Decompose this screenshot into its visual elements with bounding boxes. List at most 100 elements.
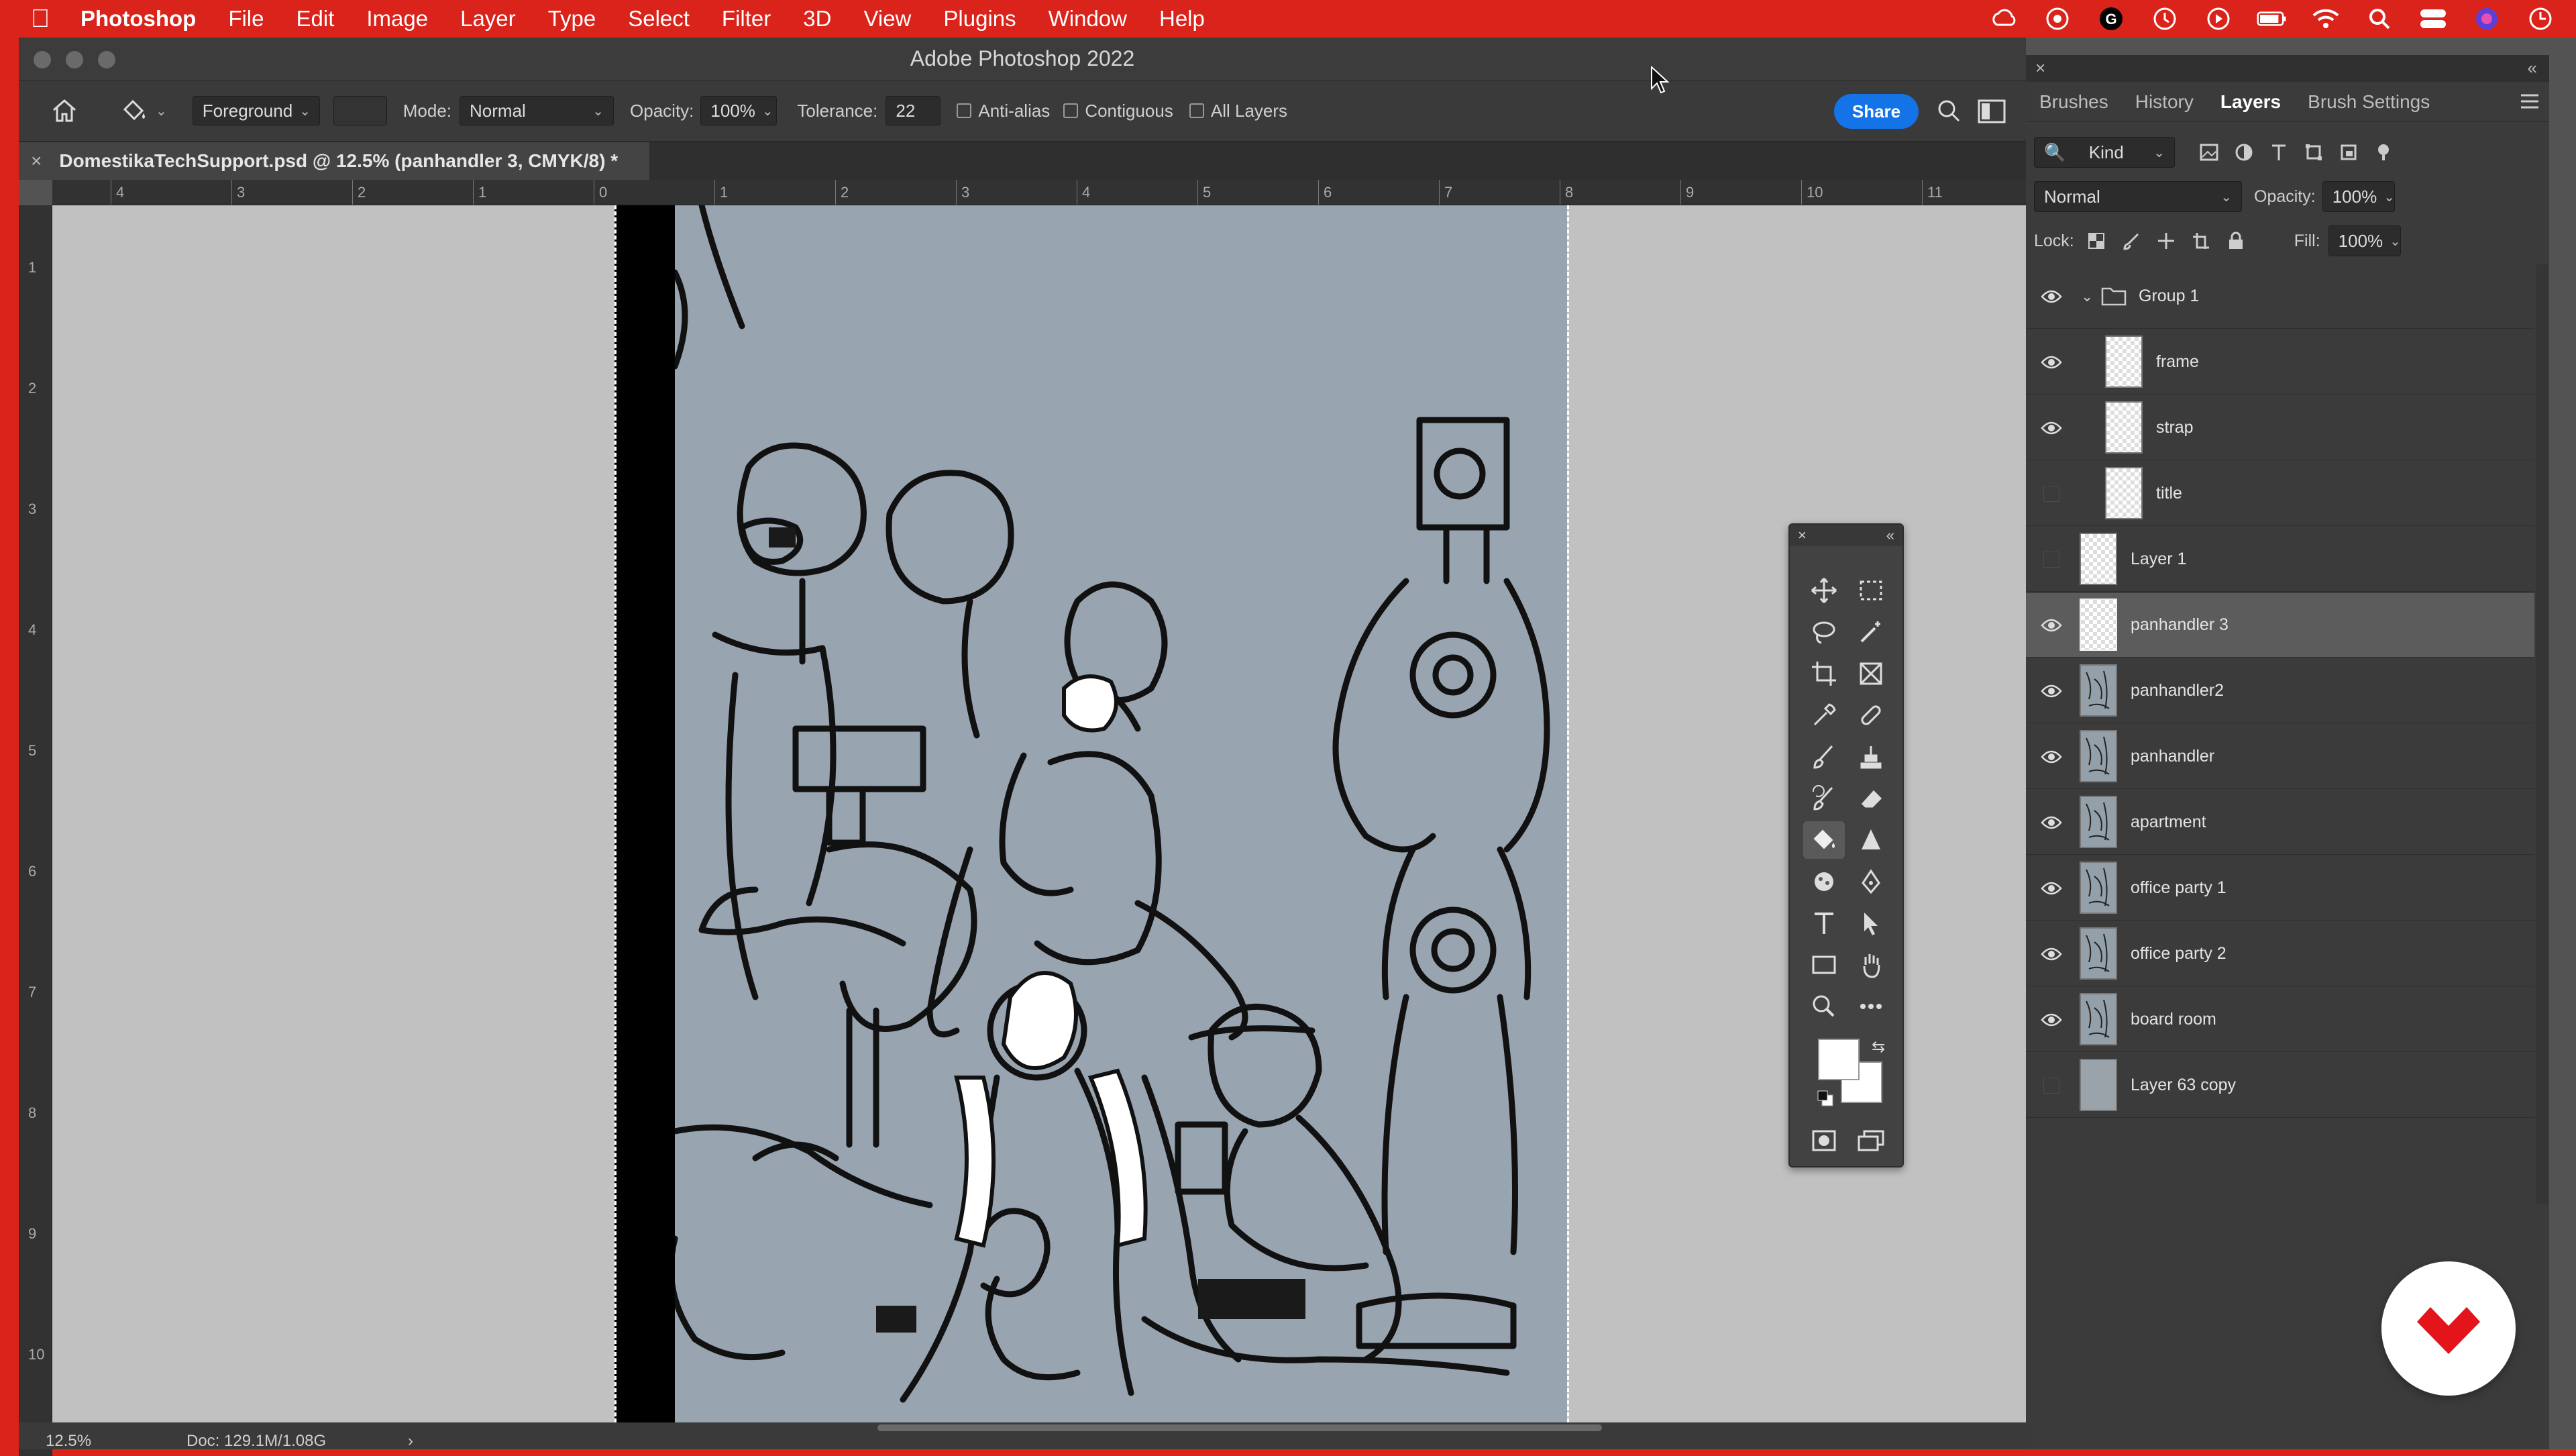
layer-row[interactable]: apartment xyxy=(2026,790,2534,855)
visibility-eye-icon[interactable] xyxy=(2039,679,2063,703)
history-brush-tool[interactable] xyxy=(1803,780,1845,817)
layer-row[interactable]: office party 2 xyxy=(2026,922,2534,986)
close-tab-icon[interactable]: × xyxy=(31,150,42,172)
layer-name[interactable]: board room xyxy=(2131,1010,2216,1029)
menu-plugins[interactable]: Plugins xyxy=(943,6,1016,32)
path-selection-tool[interactable] xyxy=(1850,904,1892,942)
layer-name[interactable]: title xyxy=(2156,484,2182,503)
layer-name[interactable]: panhandler 3 xyxy=(2131,615,2229,635)
menu-filter[interactable]: Filter xyxy=(722,6,771,32)
battery-icon[interactable] xyxy=(2257,3,2288,34)
anti-alias-checkbox[interactable] xyxy=(957,103,972,118)
contiguous-checkbox[interactable] xyxy=(1063,103,1079,118)
visibility-eye-icon[interactable] xyxy=(2039,745,2063,769)
canvas-pasteboard[interactable] xyxy=(52,205,2026,1422)
paint-bucket-tool[interactable] xyxy=(1803,821,1845,859)
blend-mode-select[interactable]: Normal ⌄ xyxy=(2034,181,2242,212)
move-tool[interactable] xyxy=(1803,572,1845,609)
horizontal-ruler[interactable]: 4 3 2 1 0 1 2 3 4 5 6 7 8 9 10 11 xyxy=(52,180,2026,205)
layer-filter-kind-select[interactable]: 🔍 Kind ⌄ xyxy=(2034,137,2175,168)
brush-tool[interactable] xyxy=(1803,738,1845,776)
tab-history[interactable]: History xyxy=(2122,82,2207,122)
visibility-toggle-off[interactable] xyxy=(2043,551,2059,568)
eraser-tool[interactable] xyxy=(1850,780,1892,817)
layer-name[interactable]: apartment xyxy=(2131,813,2206,832)
layer-name[interactable]: strap xyxy=(2156,418,2194,437)
panel-menu-icon[interactable] xyxy=(2520,93,2540,115)
layer-row[interactable]: office party 1 xyxy=(2026,856,2534,921)
sharpen-tool[interactable] xyxy=(1850,821,1892,859)
scrollbar-thumb[interactable] xyxy=(877,1424,1602,1431)
filter-shape-icon[interactable] xyxy=(2302,141,2325,164)
search-button[interactable] xyxy=(1936,98,1963,129)
tab-brush-settings[interactable]: Brush Settings xyxy=(2294,82,2443,122)
menu-edit[interactable]: Edit xyxy=(297,6,335,32)
layer-row[interactable]: panhandler 3 xyxy=(2026,593,2534,658)
sponge-tool[interactable] xyxy=(1803,863,1845,900)
pattern-picker[interactable] xyxy=(333,96,387,125)
default-colors-icon[interactable] xyxy=(1817,1090,1834,1107)
visibility-eye-icon[interactable] xyxy=(2039,811,2063,835)
visibility-eye-icon[interactable] xyxy=(2039,350,2063,374)
layer-row[interactable]: Layer 1 xyxy=(2026,527,2534,592)
layer-opacity-input[interactable]: 100% ⌄ xyxy=(2322,181,2395,212)
menu-select[interactable]: Select xyxy=(628,6,690,32)
layer-row[interactable]: title xyxy=(2026,462,2534,526)
vertical-ruler[interactable]: 1 2 3 4 5 6 7 8 9 10 xyxy=(19,205,52,1456)
tab-layers[interactable]: Layers xyxy=(2207,82,2294,122)
visibility-toggle-off[interactable] xyxy=(2043,485,2059,502)
siri-icon[interactable] xyxy=(2471,3,2502,34)
foreground-color-swatch[interactable] xyxy=(1818,1039,1860,1080)
menu-image[interactable]: Image xyxy=(366,6,428,32)
layer-row[interactable]: frame xyxy=(2026,330,2534,395)
opacity-input[interactable]: 100% ⌄ xyxy=(700,96,777,125)
paint-bucket-tool-preset[interactable]: ⌄ xyxy=(119,94,167,127)
wifi-icon[interactable] xyxy=(2310,3,2341,34)
minimize-window-button[interactable] xyxy=(66,51,83,68)
workspace-button[interactable] xyxy=(1978,99,2006,128)
hand-tool[interactable] xyxy=(1850,946,1892,984)
visibility-eye-icon[interactable] xyxy=(2039,942,2063,966)
layer-name[interactable]: office party 1 xyxy=(2131,878,2226,898)
menu-window[interactable]: Window xyxy=(1049,6,1127,32)
lock-artboard-icon[interactable] xyxy=(2190,229,2212,252)
layer-row[interactable]: panhandler xyxy=(2026,725,2534,789)
sync-icon[interactable] xyxy=(2042,3,2073,34)
crop-tool[interactable] xyxy=(1803,655,1845,692)
collapse-icon[interactable]: « xyxy=(1886,527,1894,544)
fill-source-select[interactable]: Foreground ⌄ xyxy=(192,96,320,125)
apple-menu-icon[interactable]:  xyxy=(0,5,80,34)
layer-row[interactable]: panhandler2 xyxy=(2026,659,2534,723)
document-canvas[interactable] xyxy=(614,205,1587,1422)
home-button[interactable] xyxy=(44,94,85,127)
layer-name[interactable]: Layer 1 xyxy=(2131,550,2186,569)
filter-adjustment-icon[interactable] xyxy=(2233,141,2255,164)
lock-position-icon[interactable] xyxy=(2155,229,2178,252)
layer-row[interactable]: strap xyxy=(2026,396,2534,460)
eyedropper-tool[interactable] xyxy=(1803,696,1845,734)
close-window-button[interactable] xyxy=(34,51,51,68)
screen-mode-button[interactable] xyxy=(1850,1122,1892,1159)
tools-panel-header[interactable]: × « xyxy=(1790,525,1902,546)
layer-name[interactable]: office party 2 xyxy=(2131,944,2226,964)
lasso-tool[interactable] xyxy=(1803,613,1845,651)
time-machine-icon[interactable] xyxy=(2149,3,2180,34)
menu-file[interactable]: File xyxy=(228,6,264,32)
fill-input[interactable]: 100% ⌄ xyxy=(2328,225,2401,256)
visibility-eye-icon[interactable] xyxy=(2039,284,2063,309)
tab-brushes[interactable]: Brushes xyxy=(2026,82,2122,122)
layer-row[interactable]: board room xyxy=(2026,988,2534,1052)
layer-name[interactable]: Layer 63 copy xyxy=(2131,1076,2236,1095)
layer-name[interactable]: frame xyxy=(2156,352,2199,372)
zoom-tool[interactable] xyxy=(1803,988,1845,1025)
close-icon[interactable]: × xyxy=(1798,527,1807,544)
control-center-icon[interactable] xyxy=(2418,3,2449,34)
layer-name[interactable]: panhandler2 xyxy=(2131,681,2224,700)
swap-colors-icon[interactable]: ⇆ xyxy=(1872,1037,1885,1057)
visibility-eye-icon[interactable] xyxy=(2039,876,2063,900)
menu-3d[interactable]: 3D xyxy=(803,6,831,32)
filter-toggle-icon[interactable] xyxy=(2372,141,2395,164)
grammar-app-icon[interactable]: G xyxy=(2096,3,2127,34)
lock-pixels-icon[interactable] xyxy=(2120,229,2143,252)
layer-name[interactable]: panhandler xyxy=(2131,747,2214,766)
